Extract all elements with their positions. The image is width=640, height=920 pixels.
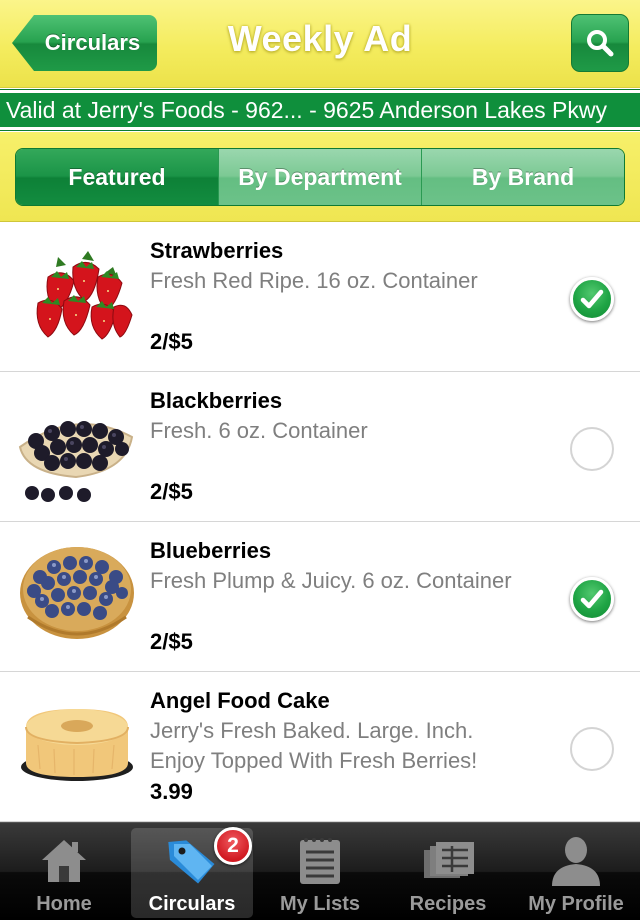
item-name: Angel Food Cake [150,688,330,713]
store-location-text: Valid at Jerry's Foods - 962... - 9625 A… [6,96,607,123]
item-description: Fresh. 6 oz. Container [150,418,368,443]
add-to-list-checkbox[interactable] [570,727,614,771]
nav-header: Circulars Weekly Ad [0,0,640,88]
add-to-list-checkbox[interactable] [570,277,614,321]
checkmark-icon [580,289,604,309]
circulars-back-button[interactable]: Circulars [12,15,157,71]
tab-by-brand[interactable]: By Brand [421,149,624,205]
checkmark-icon [580,589,604,609]
view-segmented-control: Featured By Department By Brand [15,148,625,206]
tab-my-lists[interactable]: My Lists [256,823,384,920]
add-to-list-checkbox[interactable] [570,427,614,471]
page-title: Weekly Ad [227,18,413,59]
angel-food-cake-image [21,709,133,781]
tab-by-department-label: By Department [238,163,402,190]
item-name: Blackberries [150,388,283,413]
tab-by-department[interactable]: By Department [218,149,421,205]
tab-by-brand-label: By Brand [471,163,575,190]
list-item[interactable]: Angel Food Cake Jerry's Fresh Baked. Lar… [0,672,640,822]
search-icon [587,30,614,57]
item-price: 3.99 [150,779,193,804]
search-button[interactable] [571,14,629,72]
tab-featured-label: Featured [68,163,166,190]
item-price: 2/$5 [150,629,193,654]
list-icon [300,838,340,884]
item-price: 2/$5 [150,479,193,504]
profile-icon [552,837,600,886]
tab-featured[interactable]: Featured [16,149,218,205]
tab-my-profile[interactable]: My Profile [512,823,640,920]
back-button-label: Circulars [44,30,141,55]
ad-item-list: Strawberries Fresh Red Ripe. 16 oz. Cont… [0,222,640,822]
bottom-tab-bar: Home Circulars My Lists Recipes My Profi… [0,822,640,920]
tab-home[interactable]: Home [0,823,128,920]
blackberries-image [18,421,134,502]
home-icon [42,840,86,882]
item-description: Jerry's Fresh Baked. Large. Inch. Enjoy … [150,718,478,773]
tab-home-label: Home [36,893,92,915]
tab-recipes-label: Recipes [409,893,487,915]
strawberries-image [36,251,133,340]
item-price: 2/$5 [150,329,193,354]
item-name: Blueberries [150,538,272,563]
list-item[interactable]: Blueberries Fresh Plump & Juicy. 6 oz. C… [0,522,640,672]
list-item[interactable]: Blackberries Fresh. 6 oz. Container 2/$5 [0,372,640,522]
store-location-banner[interactable]: Valid at Jerry's Foods - 962... - 9625 A… [0,89,640,131]
lists-count-badge: 2 [214,827,252,865]
tab-my-lists-label: My Lists [279,893,361,915]
item-name: Strawberries [150,238,284,263]
list-item[interactable]: Strawberries Fresh Red Ripe. 16 oz. Cont… [0,222,640,372]
segment-bar: Featured By Department By Brand [0,132,640,222]
tab-my-profile-label: My Profile [528,893,624,915]
item-description: Fresh Red Ripe. 16 oz. Container [150,268,478,293]
add-to-list-checkbox[interactable] [570,577,614,621]
recipes-icon [424,842,474,878]
blueberries-image [20,547,134,639]
tag-icon [168,840,215,884]
tab-recipes[interactable]: Recipes [384,823,512,920]
tab-circulars-label: Circulars [148,893,236,915]
item-description: Fresh Plump & Juicy. 6 oz. Container [150,568,512,593]
